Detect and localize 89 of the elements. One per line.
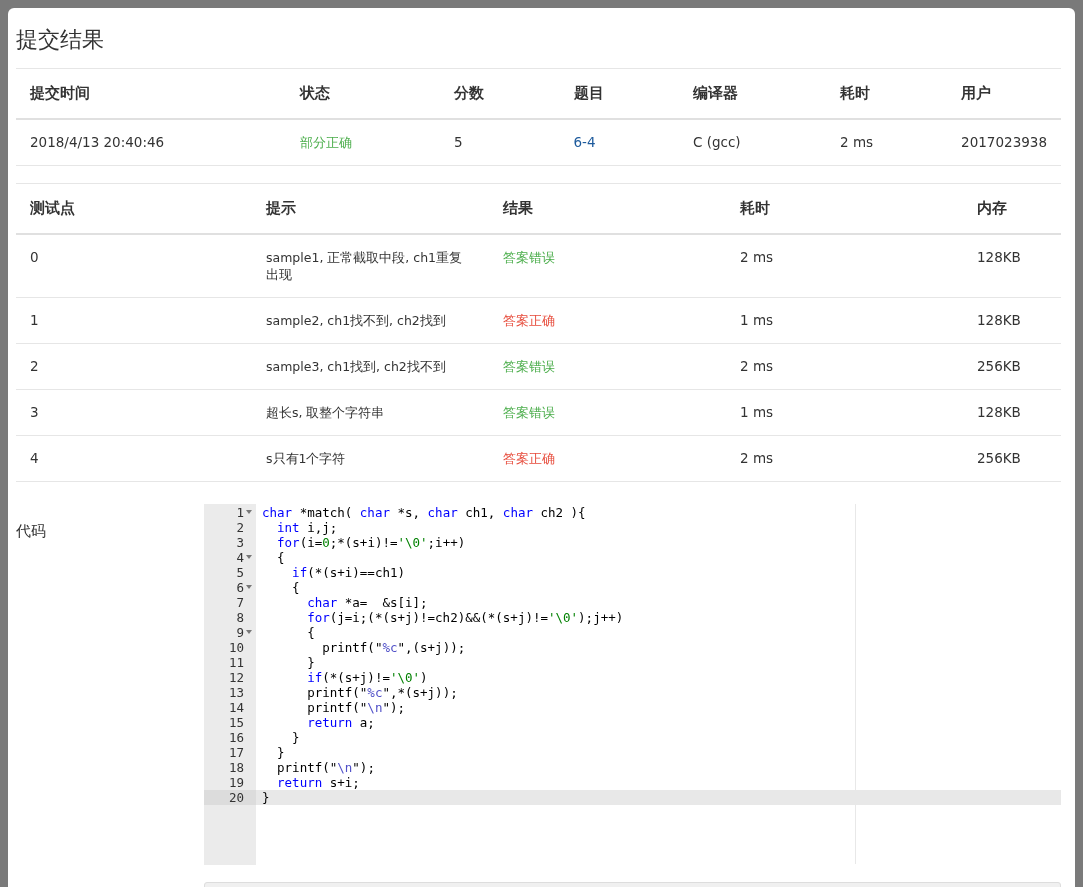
code-line: for(j=i;(*(s+j)!=ch2)&&(*(s+j)!='\0');j++) [306,610,625,625]
code-line: if(*(s+i)==ch1) [291,565,406,580]
code-label: 代码 [16,522,47,541]
fold-caret-icon[interactable] [246,585,252,589]
column-header: 耗时 [826,68,948,119]
code-line: return a; [306,715,376,730]
result-text: 答案错误 [489,343,726,390]
result-text: 答案错误 [489,234,726,298]
table-cell: sample1, 正常截取中段, ch1重复出现 [252,234,489,298]
table-cell: 128KB [963,297,1061,344]
line-number: 9 [236,625,244,640]
table-cell: 5 [440,119,560,166]
result-text: 答案错误 [489,389,726,436]
line-number: 8 [236,610,244,625]
line-number: 3 [236,535,244,550]
result-text: 答案正确 [489,435,726,482]
problem-link[interactable]: 6-4 [573,134,596,150]
table-cell: 2017023938 [947,119,1061,166]
code-line: if(*(s+j)!='\0') [306,670,429,685]
column-header: 测试点 [16,183,252,234]
table-cell: 256KB [963,435,1061,482]
table-cell: 2 [16,343,252,390]
column-header: 耗时 [726,183,963,234]
column-header: 分数 [440,68,560,119]
line-number: 13 [228,685,244,700]
line-number: 19 [228,775,244,790]
line-number: 5 [236,565,244,580]
column-header: 状态 [285,68,441,119]
column-header: 提示 [252,183,489,234]
table-cell: 1 ms [726,297,963,344]
fold-caret-icon[interactable] [246,555,252,559]
code-line: { [276,550,286,565]
column-header: 题目 [559,68,679,119]
table-cell: 2 ms [726,234,963,298]
code-line: char *match( char *s, char ch1, char ch2 ){ [261,505,587,520]
code-line: } [276,745,286,760]
code-line: } [306,655,316,670]
fold-caret-icon[interactable] [246,630,252,634]
line-number: 20 [228,790,244,805]
table-cell: 256KB [963,343,1061,390]
code-line: printf("\n"); [306,700,406,715]
line-number: 10 [228,640,244,655]
column-header: 结果 [489,183,726,234]
table-cell: sample2, ch1找不到, ch2找到 [252,297,489,344]
line-number: 12 [228,670,244,685]
column-header: 内存 [963,183,1061,234]
table-cell: sample3, ch1找到, ch2找不到 [252,343,489,390]
table-cell: 0 [16,234,252,298]
table-cell: C (gcc) [678,119,827,166]
line-number: 14 [228,700,244,715]
code-line: printf("%c",(s+j)); [321,640,467,655]
line-number: 18 [228,760,244,775]
table-cell: 2 ms [726,435,963,482]
modal-title: 提交结果 [16,26,105,54]
code-line: printf("\n"); [276,760,376,775]
line-number: 2 [236,520,244,535]
code-line: return s+i; [276,775,361,790]
column-header: 用户 [947,68,1061,119]
line-number: 1 [236,505,244,520]
column-header: 提交时间 [16,68,286,119]
table-cell: s只有1个字符 [252,435,489,482]
table-cell: 128KB [963,234,1061,298]
table-cell: 2 ms [726,343,963,390]
line-number: 6 [236,580,244,595]
line-number: 11 [228,655,244,670]
line-number: 15 [228,715,244,730]
table-cell: 4 [16,435,252,482]
table-cell: 128KB [963,389,1061,436]
code-line: } [291,730,301,745]
code-line: { [291,580,301,595]
table-cell: 3 [16,389,252,436]
code-line: for(i=0;*(s+i)!='\0';i++) [276,535,467,550]
code-line: int i,j; [276,520,339,535]
table-cell: 1 [16,297,252,344]
code-line: { [306,625,316,640]
result-text: 答案正确 [489,297,726,344]
column-header: 编译器 [678,68,827,119]
fold-caret-icon[interactable] [246,510,252,514]
status-text: 部分正确 [285,119,441,166]
table-cell: 2018/4/13 20:40:46 [16,119,286,166]
line-number: 7 [236,595,244,610]
line-number: 16 [228,730,244,745]
table-cell: 超长s, 取整个字符串 [252,389,489,436]
line-number: 17 [228,745,244,760]
line-number: 4 [236,550,244,565]
code-line: printf("%c",*(s+j)); [306,685,459,700]
code-line: char *a= &s[i]; [306,595,429,610]
table-cell: 2 ms [826,119,948,166]
table-cell: 1 ms [726,389,963,436]
